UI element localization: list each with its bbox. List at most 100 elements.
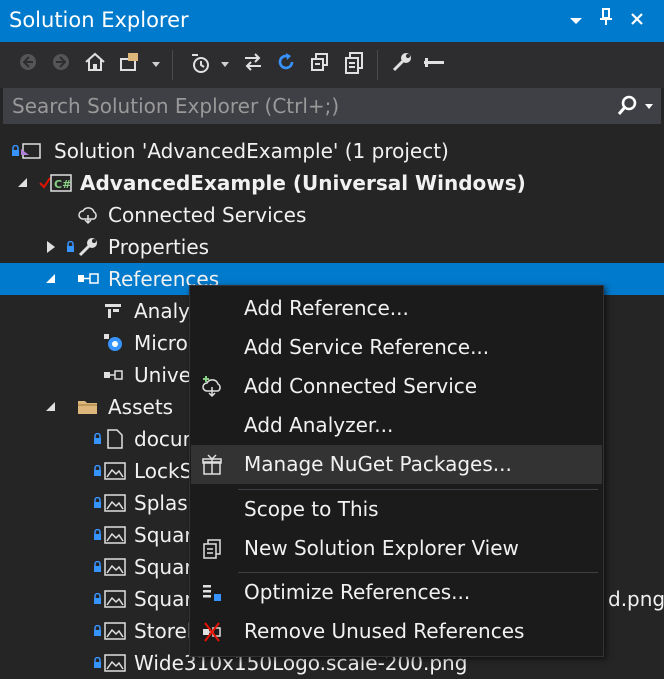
connected-services-icon (78, 207, 97, 225)
asset-square3-label: Squar (134, 587, 193, 611)
asset-square1-label: Squar (134, 523, 193, 547)
csharp-project-icon: C# (50, 174, 72, 192)
solution-icon (21, 143, 41, 159)
menu-item-manage-nuget[interactable]: Manage NuGet Packages... (191, 445, 602, 484)
project-label: AdvancedExample (Universal Windows) (80, 171, 526, 195)
menu-item-label: Manage NuGet Packages... (244, 452, 512, 476)
connected-services-label: Connected Services (108, 203, 307, 227)
document-icon (107, 429, 123, 449)
image-file-icon (104, 622, 126, 640)
properties-label: Properties (108, 235, 210, 259)
tree-item-properties[interactable]: Properties (0, 231, 664, 263)
search-options-dropdown-icon[interactable] (645, 104, 653, 109)
image-file-icon (104, 494, 126, 512)
reference-icon (104, 370, 123, 380)
menu-item-add-analyzer[interactable]: Add Analyzer... (191, 406, 602, 445)
asset-doc-label: docur (134, 427, 191, 451)
menu-item-scope-to-this[interactable]: Scope to This (191, 490, 602, 529)
new-view-icon (203, 539, 221, 559)
menu-item-optimize-references[interactable]: Optimize References... (191, 573, 602, 612)
menu-item-label: Optimize References... (244, 580, 471, 604)
pin-icon[interactable] (593, 8, 619, 34)
asset-square2-label: Squar (134, 555, 193, 579)
asset-splash-label: Splasl (134, 491, 194, 515)
lock-icon (94, 529, 101, 540)
asset-store-label: Storel (134, 619, 193, 643)
asset-square3-suffix: d.png (608, 587, 664, 611)
close-icon[interactable] (624, 8, 650, 34)
add-connected-service-icon (202, 376, 221, 398)
ref-universal-label: Unive (134, 363, 192, 387)
filter-dropdown-icon[interactable] (221, 62, 229, 67)
switch-views-icon[interactable] (116, 51, 144, 79)
preview-icon[interactable] (420, 51, 448, 79)
properties-icon[interactable] (388, 51, 416, 79)
toolbar-separator-2 (377, 50, 378, 80)
image-file-icon (104, 654, 126, 672)
menu-item-add-service-reference[interactable]: Add Service Reference... (191, 328, 602, 367)
context-menu: Add Reference... Add Service Reference..… (189, 285, 604, 657)
toolbar-separator (172, 50, 173, 80)
search-icon[interactable] (616, 93, 638, 119)
collapse-references-icon[interactable] (46, 274, 55, 283)
menu-item-label: Remove Unused References (244, 619, 525, 643)
collapse-assets-icon[interactable] (46, 402, 55, 411)
tree-item-connected-services[interactable]: Connected Services (0, 199, 664, 231)
lock-icon (94, 561, 101, 572)
optimize-references-icon (203, 585, 221, 601)
nuget-package-icon (202, 454, 222, 475)
lock-icon (94, 497, 101, 508)
analyzers-icon (105, 304, 121, 318)
ref-analyzers-label: Analy (134, 299, 191, 323)
title-bar: Solution Explorer (0, 0, 664, 42)
menu-item-label: Scope to This (244, 497, 379, 521)
remove-references-icon (203, 622, 221, 642)
collapse-project-icon[interactable] (18, 178, 27, 187)
tree-item-project[interactable]: C# AdvancedExample (Universal Windows) (0, 167, 664, 199)
home-icon[interactable] (81, 51, 109, 79)
window-title: Solution Explorer (9, 8, 189, 32)
toolbar (0, 42, 664, 88)
back-icon[interactable] (14, 51, 42, 79)
menu-item-remove-unused-references[interactable]: Remove Unused References (191, 612, 602, 651)
package-reference-icon (104, 334, 122, 351)
ref-microsoft-label: Micro (134, 331, 188, 355)
search-box (3, 88, 661, 124)
lock-icon (67, 241, 74, 252)
references-icon (78, 273, 99, 284)
menu-item-label: Add Service Reference... (244, 335, 490, 359)
image-file-icon (104, 526, 126, 544)
lock-icon (94, 657, 101, 668)
pending-changes-filter-icon[interactable] (187, 51, 215, 79)
asset-lockscreen-label: LockS (134, 459, 193, 483)
lock-icon (94, 625, 101, 636)
folder-icon (78, 401, 97, 414)
svg-text:C#: C# (54, 178, 71, 191)
expand-properties-icon[interactable] (47, 241, 55, 253)
image-file-icon (104, 558, 126, 576)
menu-item-add-reference[interactable]: Add Reference... (191, 289, 602, 328)
menu-item-add-connected-service[interactable]: Add Connected Service (191, 367, 602, 406)
assets-label: Assets (108, 395, 174, 419)
collapse-all-icon[interactable] (306, 51, 334, 79)
forward-icon[interactable] (47, 51, 75, 79)
window-dropdown-icon[interactable] (563, 8, 589, 34)
switch-views-dropdown-icon[interactable] (152, 62, 160, 67)
menu-item-label: Add Connected Service (244, 374, 478, 398)
menu-item-new-solution-explorer-view[interactable]: New Solution Explorer View (191, 529, 602, 568)
image-file-icon (104, 462, 126, 480)
menu-item-label: Add Reference... (244, 296, 409, 320)
refresh-icon[interactable] (272, 51, 300, 79)
menu-item-label: Add Analyzer... (244, 413, 394, 437)
wrench-icon (78, 238, 97, 257)
menu-item-label: New Solution Explorer View (244, 536, 519, 560)
image-file-icon (104, 590, 126, 608)
lock-icon (12, 145, 19, 156)
lock-icon (94, 433, 101, 444)
solution-label: Solution 'AdvancedExample' (1 project) (54, 139, 449, 163)
lock-icon (94, 593, 101, 604)
tree-item-solution[interactable]: Solution 'AdvancedExample' (1 project) (0, 135, 664, 167)
show-all-files-icon[interactable] (340, 51, 368, 79)
search-input[interactable] (12, 93, 602, 119)
sync-icon[interactable] (239, 51, 267, 79)
